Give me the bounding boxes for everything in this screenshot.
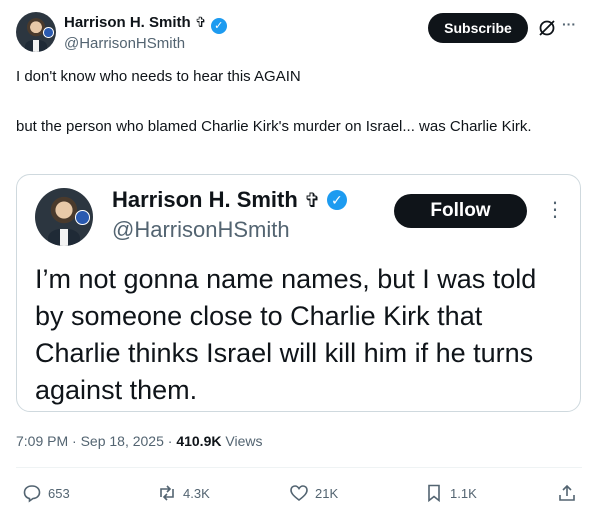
repost-count: 4.3K bbox=[183, 485, 210, 501]
bookmark-count: 1.1K bbox=[450, 485, 477, 501]
quoted-author-name[interactable]: Harrison H. Smith bbox=[112, 187, 298, 212]
quoted-tweet-card[interactable]: Harrison H. Smith ✞ ✓ @HarrisonHSmith Fo… bbox=[16, 174, 581, 412]
author-name-row[interactable]: Harrison H. Smith ✞ ✓ bbox=[64, 14, 227, 34]
reply-button[interactable]: 653 bbox=[22, 483, 70, 503]
share-icon bbox=[559, 484, 575, 501]
tweet-meta: 7:09 PM · Sep 18, 2025 · 410.9K Views bbox=[16, 433, 262, 449]
quoted-author-name-row[interactable]: Harrison H. Smith ✞ ✓ bbox=[112, 187, 347, 213]
quoted-more-icon[interactable]: ⋮ bbox=[545, 197, 565, 222]
like-button[interactable]: 21K bbox=[289, 483, 338, 503]
like-icon bbox=[290, 485, 308, 502]
like-count: 21K bbox=[315, 485, 339, 501]
author-avatar[interactable] bbox=[16, 12, 56, 52]
quoted-author-handle[interactable]: @HarrisonHSmith bbox=[112, 217, 290, 243]
reply-count: 653 bbox=[48, 485, 70, 501]
quoted-cross-icon: ✞ bbox=[303, 190, 321, 212]
tweet-text-line1: I don't know who needs to hear this AGAI… bbox=[16, 68, 301, 85]
quoted-author-avatar[interactable] bbox=[35, 188, 93, 246]
share-button[interactable] bbox=[557, 483, 577, 503]
reply-icon bbox=[23, 485, 41, 503]
views-label: Views bbox=[221, 433, 263, 449]
cross-icon: ✞ bbox=[194, 14, 207, 30]
follow-button[interactable]: Follow bbox=[394, 194, 527, 228]
repost-icon bbox=[160, 485, 174, 501]
views-count: 410.9K bbox=[176, 433, 222, 449]
divider-top bbox=[16, 467, 582, 468]
bookmark-icon bbox=[428, 484, 440, 503]
more-icon[interactable]: ··· bbox=[562, 16, 576, 32]
verified-icon[interactable]: ✓ bbox=[210, 18, 227, 34]
bookmark-button[interactable]: 1.1K bbox=[424, 483, 477, 503]
quoted-verified-icon[interactable]: ✓ bbox=[326, 190, 347, 210]
tweet-text-line2: but the person who blamed Charlie Kirk's… bbox=[16, 118, 532, 135]
author-handle[interactable]: @HarrisonHSmith bbox=[64, 35, 185, 52]
author-name[interactable]: Harrison H. Smith bbox=[64, 14, 191, 31]
timestamp[interactable]: 7:09 PM · Sep 18, 2025 · bbox=[16, 433, 176, 449]
grok-icon[interactable] bbox=[537, 18, 557, 38]
quoted-tweet-text: I’m not gonna name names, but I was told… bbox=[35, 264, 537, 405]
repost-button[interactable]: 4.3K bbox=[157, 483, 210, 503]
subscribe-button[interactable]: Subscribe bbox=[428, 13, 528, 43]
